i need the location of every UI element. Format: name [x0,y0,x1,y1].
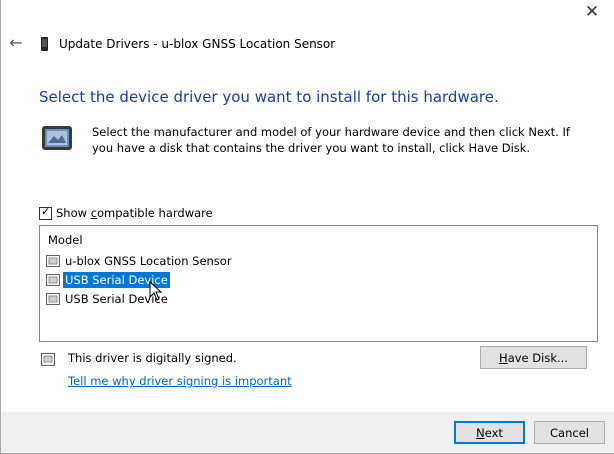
show-compatible-checkbox[interactable]: ✓ Show compatible hardware [39,205,213,221]
list-item-label: u-blox GNSS Location Sensor [65,254,232,268]
window-title: Update Drivers - u-blox GNSS Location Se… [59,37,336,51]
cancel-button[interactable]: Cancel [534,421,605,444]
driver-icon [46,274,60,286]
hardware-device-icon [42,126,72,150]
update-drivers-window: ✕ ← Update Drivers - u-blox GNSS Locatio… [0,0,614,454]
checkbox-box[interactable]: ✓ [39,204,52,220]
back-button[interactable]: ← [7,34,25,52]
have-disk-button[interactable]: Have Disk... [480,346,587,369]
checkbox-label: Show compatible hardware [56,206,213,220]
close-icon: ✕ [584,2,600,22]
mouse-pointer-icon [149,281,163,301]
checkmark-icon: ✓ [41,204,51,218]
list-item[interactable]: u-blox GNSS Location Sensor [46,253,234,269]
signed-status-text: This driver is digitally signed. [68,351,237,365]
driver-signing-link[interactable]: Tell me why driver signing is important [68,374,292,388]
driver-icon [46,293,60,305]
list-header-model: Model [48,233,83,247]
page-heading: Select the device driver you want to ins… [39,88,499,106]
device-icon [41,37,48,51]
driver-icon [46,255,60,267]
model-listbox[interactable]: Model u-blox GNSS Location Sensor USB Se… [39,225,598,342]
next-button[interactable]: Next [454,421,525,444]
close-button[interactable]: ✕ [582,2,602,22]
instructions-text: Select the manufacturer and model of you… [92,125,570,155]
back-arrow-icon: ← [9,33,23,52]
signed-driver-icon [41,353,55,366]
